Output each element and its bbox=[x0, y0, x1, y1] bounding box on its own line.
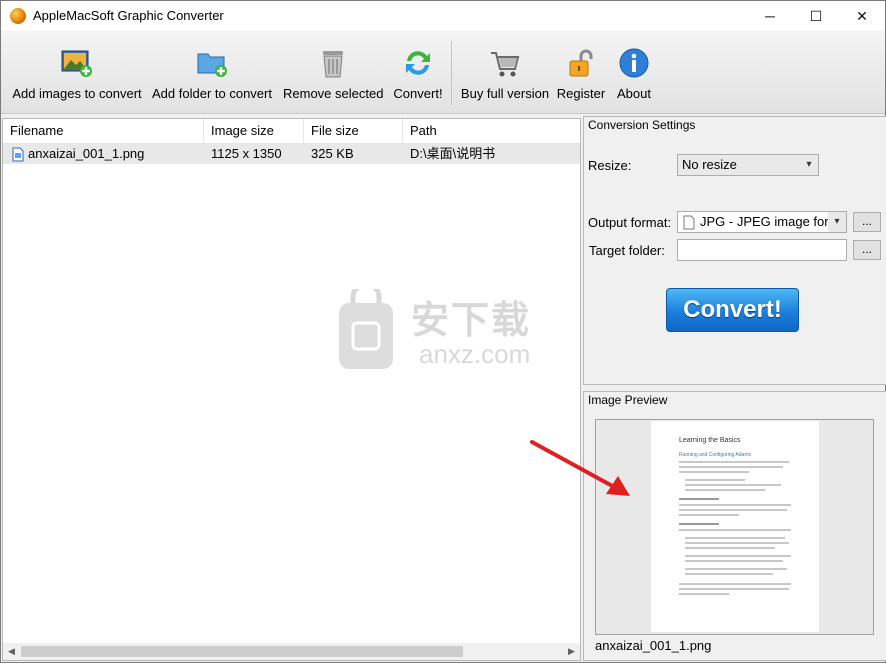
remove-selected-button[interactable]: Remove selected bbox=[283, 31, 383, 111]
add-folder-button[interactable]: Add folder to convert bbox=[150, 31, 274, 111]
preview-filename: anxaizai_001_1.png bbox=[595, 638, 712, 653]
register-button[interactable]: Register bbox=[555, 31, 607, 111]
column-header-filename[interactable]: Filename bbox=[3, 119, 204, 143]
lock-icon bbox=[569, 49, 593, 77]
resize-select[interactable]: No resize ▾ bbox=[677, 154, 819, 176]
add-images-button[interactable]: Add images to convert bbox=[9, 31, 145, 111]
column-header-path[interactable]: Path bbox=[403, 119, 580, 143]
cell-file-size: 325 KB bbox=[311, 146, 354, 161]
title-bar: AppleMacSoft Graphic Converter ─ ☐ ✕ bbox=[1, 1, 885, 31]
image-preview-title: Image Preview bbox=[588, 393, 668, 407]
minimize-button[interactable]: ─ bbox=[747, 1, 793, 31]
remove-selected-label: Remove selected bbox=[283, 86, 384, 101]
column-header-file-size[interactable]: File size bbox=[304, 119, 403, 143]
app-window: AppleMacSoft Graphic Converter ─ ☐ ✕ Add… bbox=[0, 0, 886, 663]
chevron-down-icon: ▾ bbox=[800, 155, 818, 175]
output-format-select[interactable]: JPG - JPEG image form ▾ bbox=[677, 211, 847, 233]
convert-button[interactable]: Convert! bbox=[666, 288, 799, 332]
about-button[interactable]: About bbox=[611, 31, 657, 111]
toolbar: Add images to convert Add folder to conv… bbox=[1, 31, 885, 114]
cell-filename: anxaizai_001_1.png bbox=[28, 146, 145, 161]
watermark-subtext: anxz.com bbox=[419, 339, 531, 369]
cell-path: D:\桌面\说明书 bbox=[410, 146, 496, 161]
scrollbar-thumb[interactable] bbox=[21, 646, 463, 657]
register-label: Register bbox=[556, 86, 606, 101]
scroll-right-icon[interactable]: ▶ bbox=[563, 643, 580, 660]
buy-full-version-label: Buy full version bbox=[460, 86, 550, 101]
info-icon bbox=[619, 48, 649, 78]
preview-doc-subtitle: Running and Configuring Adams bbox=[679, 452, 751, 458]
output-format-browse-button[interactable]: ... bbox=[853, 212, 881, 232]
trash-icon bbox=[323, 51, 343, 78]
scroll-left-icon[interactable]: ◀ bbox=[3, 643, 20, 660]
watermark-shield-icon bbox=[339, 281, 393, 369]
preview-page: Learning the Basics Running and Configur… bbox=[651, 421, 819, 632]
file-list-header: Filename Image size File size Path bbox=[3, 119, 580, 144]
output-format-value: JPG - JPEG image form bbox=[700, 214, 840, 229]
convert-arrows-icon bbox=[406, 51, 430, 75]
close-button[interactable]: ✕ bbox=[839, 1, 885, 31]
app-logo-icon bbox=[10, 8, 26, 24]
about-label: About bbox=[617, 86, 651, 101]
toolbar-separator bbox=[451, 41, 452, 105]
target-folder-input[interactable] bbox=[677, 239, 847, 261]
horizontal-scrollbar[interactable]: ◀ ▶ bbox=[3, 643, 580, 660]
preview-doc-title: Learning the Basics bbox=[679, 437, 741, 444]
resize-label: Resize: bbox=[588, 158, 632, 173]
cell-image-size: 1125 x 1350 bbox=[211, 146, 282, 161]
preview-image: Learning the Basics Running and Configur… bbox=[595, 419, 874, 635]
window-title: AppleMacSoft Graphic Converter bbox=[33, 8, 224, 23]
add-images-icon bbox=[61, 50, 92, 77]
convert-toolbar-button[interactable]: Convert! bbox=[389, 31, 447, 111]
chevron-down-icon: ▾ bbox=[828, 212, 846, 232]
output-format-label: Output format: bbox=[588, 215, 672, 230]
shopping-cart-icon bbox=[491, 52, 520, 77]
conversion-settings-title: Conversion Settings bbox=[588, 118, 696, 132]
red-arrow-icon bbox=[530, 440, 630, 496]
resize-value: No resize bbox=[682, 157, 737, 172]
convert-toolbar-label: Convert! bbox=[393, 86, 443, 101]
target-folder-browse-button[interactable]: ... bbox=[853, 240, 881, 260]
column-header-image-size[interactable]: Image size bbox=[204, 119, 304, 143]
maximize-button[interactable]: ☐ bbox=[793, 1, 839, 31]
table-row[interactable]: anxaizai_001_1.png 1125 x 1350 325 KB D:… bbox=[3, 144, 580, 164]
watermark-text: 安下载 bbox=[411, 300, 532, 342]
file-list[interactable]: Filename Image size File size Path anxai… bbox=[2, 118, 581, 661]
target-folder-label: Target folder: bbox=[589, 243, 665, 258]
watermark: 安下载 anxz.com bbox=[335, 281, 575, 379]
document-icon bbox=[683, 215, 695, 230]
add-images-label: Add images to convert bbox=[12, 86, 142, 101]
add-folder-label: Add folder to convert bbox=[152, 86, 272, 101]
add-folder-icon bbox=[197, 53, 227, 77]
buy-full-version-button[interactable]: Buy full version bbox=[459, 31, 551, 111]
